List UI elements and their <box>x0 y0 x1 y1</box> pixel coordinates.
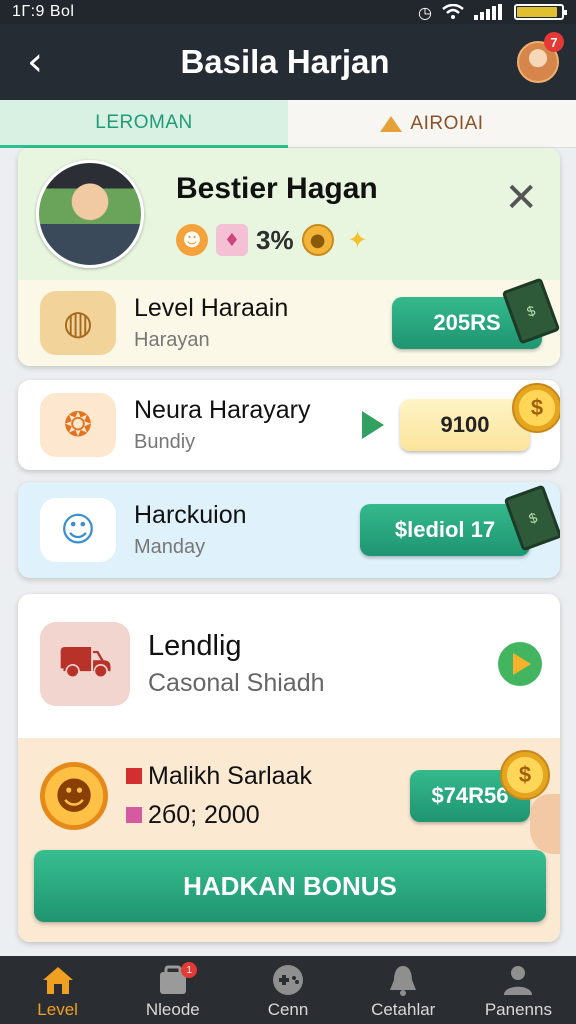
truck-icon: ⛟ <box>40 622 130 706</box>
play-icon[interactable] <box>498 642 542 686</box>
close-icon[interactable]: ✕ <box>504 178 538 218</box>
basket-icon: ◍ <box>40 291 116 355</box>
character-icon: ☻ <box>176 224 208 256</box>
nav-label: Level <box>37 1000 78 1019</box>
item-title: Harckuion <box>134 501 247 529</box>
tab-bar: LEROMAN AIROIAI <box>0 100 576 148</box>
list-item[interactable]: ❂ Neura Harayary Bundiy 9100 $ <box>18 380 560 470</box>
item-subtitle: Bundiy <box>134 431 196 453</box>
robot-icon: ☺ <box>40 498 116 562</box>
tab-airoiai[interactable]: AIROIAI <box>288 100 576 148</box>
list-item[interactable]: ⛟ Lendlig Casonal Shiadh <box>18 594 560 734</box>
item-subtitle: Casonal Shiadh <box>148 669 325 697</box>
gamepad-icon <box>273 965 303 995</box>
smiley-coin-icon: ☻ <box>40 762 108 830</box>
profile-stats: ☻ ♦ 3% ● ✦ <box>176 224 374 256</box>
item-subtitle: Harayan <box>134 329 210 351</box>
status-bar: 1Г:9 Bol ◷ <box>0 0 576 24</box>
nav-label: Cenn <box>267 1000 309 1019</box>
profile-avatar-button[interactable]: 7 <box>500 24 576 100</box>
tab-label: LEROMAN <box>95 111 193 133</box>
profile-name: Bestier Hagan <box>176 172 378 205</box>
status-time: 1Г:9 Bol <box>12 3 75 20</box>
button-label: HADKAN BONUS <box>183 870 397 901</box>
nav-badge: 1 <box>181 962 198 978</box>
page-title: Basila Harjan <box>180 43 390 80</box>
claim-button[interactable]: $lediol 17 <box>360 504 530 556</box>
home-icon <box>42 967 73 994</box>
coin-icon: $ <box>512 383 560 433</box>
nav-item-panenns[interactable]: Panenns <box>461 956 576 1024</box>
item-subtitle: Manday <box>134 536 206 558</box>
sparkle-icon: ✦ <box>347 226 368 254</box>
play-icon[interactable] <box>362 411 384 439</box>
bonus-panel: ☻ Malikh Sarlaak 2б0; 2000 $74R56 $ HADK… <box>18 738 560 942</box>
battery-icon <box>514 4 567 20</box>
list-item[interactable]: ☺ Harckuion Manday $lediol 17 $ <box>18 482 560 578</box>
wifi-icon <box>442 4 464 19</box>
mango-icon: ❂ <box>40 393 116 457</box>
coins-icon: ● <box>301 224 334 256</box>
bell-icon <box>390 966 417 996</box>
checkbox-icon <box>126 807 142 823</box>
bottom-nav: Level 1 Nleode Cenn Cetahlar Panenns <box>0 956 576 1024</box>
item-title: Level Haraain <box>134 294 289 322</box>
nav-item-level[interactable]: Level <box>0 956 115 1024</box>
bonus-line-2: 2б0; 2000 <box>126 801 410 830</box>
claim-bonus-button[interactable]: HADKAN BONUS <box>34 850 546 922</box>
button-label: 205RS <box>433 310 501 335</box>
tab-leroman[interactable]: LEROMAN <box>0 100 288 148</box>
app-bar: ‹ Basila Harjan 7 <box>0 24 576 100</box>
nav-label: Cetahlar <box>371 1000 436 1019</box>
profile-card: Bestier Hagan ✕ ☻ ♦ 3% ● ✦ ◍ Level Haraa… <box>18 148 560 366</box>
button-label: $lediol 17 <box>394 517 496 542</box>
coin-icon: $ <box>500 750 550 800</box>
status-icons: ◷ <box>418 2 567 22</box>
chevron-left-icon: ‹ <box>27 39 43 85</box>
nav-label: Panenns <box>484 1000 552 1019</box>
profile-header: Bestier Hagan ✕ ☻ ♦ 3% ● ✦ <box>18 148 560 280</box>
checkbox-icon <box>126 768 142 784</box>
pointing-hand-icon <box>530 794 560 854</box>
person-icon <box>504 966 533 995</box>
notification-badge: 7 <box>544 32 564 52</box>
button-label: 9100 <box>440 412 490 437</box>
button-label: $74R56 <box>431 783 509 808</box>
alarm-icon: ◷ <box>418 2 432 22</box>
warning-icon <box>380 115 403 132</box>
list-item[interactable]: ◍ Level Haraain Harayan 205RS $ <box>18 277 560 366</box>
nav-item-cenn[interactable]: Cenn <box>230 956 345 1024</box>
nav-item-cetahlar[interactable]: Cetahlar <box>346 956 461 1024</box>
item-title: Lendlig <box>148 630 242 662</box>
bonus-card: ⛟ Lendlig Casonal Shiadh ☻ Malikh Sarlaa… <box>18 594 560 942</box>
coin-reward-button[interactable]: 9100 <box>400 399 530 451</box>
tab-label: AIROIAI <box>410 112 484 134</box>
item-title: Neura Harayary <box>134 396 311 424</box>
nav-label: Nleode <box>145 1000 200 1019</box>
stat-value: 3% <box>256 224 294 255</box>
profile-photo <box>36 160 144 268</box>
potion-icon: ♦ <box>216 224 248 256</box>
bonus-line-1: Malikh Sarlaak <box>126 762 410 791</box>
nav-item-nleode[interactable]: 1 Nleode <box>115 956 230 1024</box>
back-button[interactable]: ‹ <box>0 24 70 100</box>
signal-icon <box>474 4 502 20</box>
